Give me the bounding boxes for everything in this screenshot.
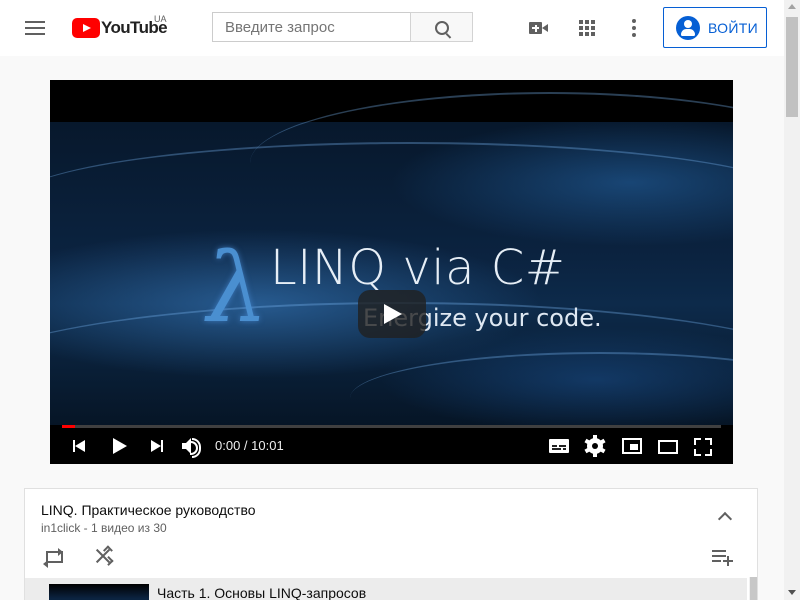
next-icon[interactable] [144, 434, 168, 458]
playlist-item-thumbnail [49, 584, 149, 600]
time-display: 0:00 / 10:01 [215, 438, 284, 453]
volume-icon[interactable] [179, 434, 203, 458]
previous-icon[interactable] [68, 434, 92, 458]
search-input[interactable] [212, 12, 416, 42]
masthead: YouTube UA ВОЙТИ [0, 0, 784, 56]
video-frame: λ LINQ via C# Energize your code. [50, 92, 733, 425]
sign-in-button[interactable]: ВОЙТИ [663, 7, 767, 48]
country-code: UA [154, 14, 167, 24]
playlist-title[interactable]: LINQ. Практическое руководство [41, 502, 256, 518]
fullscreen-icon[interactable] [691, 434, 715, 458]
theater-icon[interactable] [656, 434, 680, 458]
playlist-panel: LINQ. Практическое руководство in1click … [24, 488, 758, 600]
large-play-button[interactable] [358, 290, 426, 338]
miniplayer-icon[interactable] [620, 434, 644, 458]
playlist-item[interactable]: Часть 1. Основы LINQ-запросов [25, 578, 747, 600]
scroll-up-arrow[interactable] [788, 4, 796, 9]
page-scrollbar[interactable] [784, 0, 800, 600]
subtitles-icon[interactable] [547, 434, 571, 458]
youtube-logo-icon [72, 18, 100, 38]
video-frame-title: LINQ via C# [270, 240, 566, 296]
collapse-icon[interactable] [717, 509, 733, 525]
play-icon[interactable] [106, 434, 130, 458]
playlist-meta: in1click - 1 видео из 30 [41, 521, 167, 535]
player-controls: 0:00 / 10:01 [50, 428, 733, 464]
menu-icon[interactable] [24, 18, 46, 38]
create-video-icon[interactable] [527, 16, 551, 40]
account-icon [676, 15, 700, 40]
settings-icon[interactable] [583, 434, 607, 458]
shuffle-icon[interactable] [91, 545, 113, 567]
search-icon [435, 21, 449, 35]
playlist-scrollbar[interactable] [749, 577, 757, 600]
sign-in-label: ВОЙТИ [708, 19, 758, 36]
scroll-down-arrow[interactable] [788, 590, 796, 595]
search-box [212, 12, 473, 42]
more-icon[interactable] [622, 16, 646, 40]
save-playlist-icon[interactable] [711, 547, 735, 567]
youtube-logo[interactable]: YouTube UA [72, 14, 168, 40]
loop-icon[interactable] [43, 545, 65, 568]
apps-icon[interactable] [575, 16, 599, 40]
playlist-item-title: Часть 1. Основы LINQ-запросов [157, 585, 367, 600]
scroll-thumb[interactable] [786, 17, 798, 117]
search-button[interactable] [410, 12, 473, 42]
video-player[interactable]: λ LINQ via C# Energize your code. 0:00 /… [50, 80, 733, 464]
playlist-scroll-thumb[interactable] [750, 577, 757, 600]
